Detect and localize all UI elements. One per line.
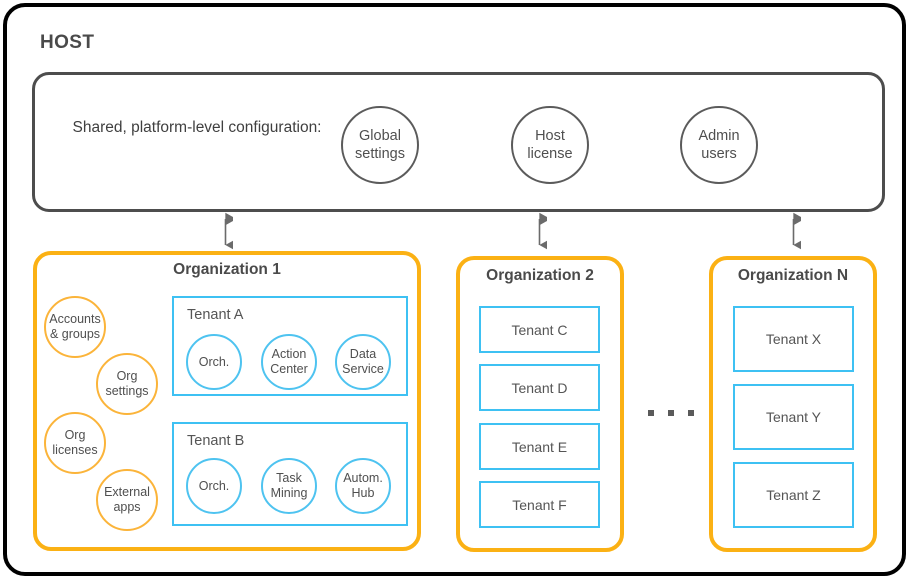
tenant-chip-c[interactable]: Tenant C	[479, 306, 600, 353]
ellipsis-dot	[688, 410, 694, 416]
tenant-chip-label: Tenant F	[512, 496, 567, 513]
organizations-ellipsis	[648, 410, 694, 416]
diagram-canvas: HOST Shared, platform-level configuratio…	[0, 0, 915, 585]
host-capability-host-license[interactable]: Host license	[511, 106, 589, 184]
tenant-chip-d[interactable]: Tenant D	[479, 364, 600, 411]
org-feature-accounts-and-groups[interactable]: Accounts & groups	[44, 296, 106, 358]
tenant-chip-y[interactable]: Tenant Y	[733, 384, 854, 450]
service-label: Orch.	[198, 478, 230, 493]
tenant-a-service-action-center[interactable]: Action Center	[261, 334, 317, 390]
org-feature-org-settings[interactable]: Org settings	[96, 353, 158, 415]
organization-n-title: Organization N	[737, 267, 849, 284]
org-feature-label: Org licenses	[52, 428, 98, 457]
tenant-b-service-task-mining[interactable]: Task Mining	[261, 458, 317, 514]
service-label: Data Service	[342, 347, 384, 376]
host-capability-global-settings[interactable]: Global settings	[341, 106, 419, 184]
tenant-chip-label: Tenant Z	[766, 487, 821, 503]
tenant-b-service-automation-hub[interactable]: Autom. Hub	[335, 458, 391, 514]
host-capability-label: Host license	[527, 128, 573, 162]
ellipsis-dot	[668, 410, 674, 416]
tenant-a-service-data-service[interactable]: Data Service	[335, 334, 391, 390]
connector-host-to-organization-1	[218, 210, 237, 254]
tenant-b-label: Tenant B	[187, 433, 245, 449]
organization-2-title: Organization 2	[486, 267, 594, 284]
tenant-a-service-orchestrator[interactable]: Orch.	[186, 334, 242, 390]
tenant-chip-x[interactable]: Tenant X	[733, 306, 854, 372]
tenant-chip-e[interactable]: Tenant E	[479, 423, 600, 470]
organization-1-title: Organization 1	[173, 261, 281, 278]
host-capability-label: Admin users	[698, 128, 740, 162]
connector-host-to-organization-n	[786, 210, 805, 254]
org-feature-label: Org settings	[105, 369, 149, 398]
service-label: Orch.	[198, 354, 230, 369]
connector-host-to-organization-2	[532, 210, 551, 254]
host-title: HOST	[40, 32, 95, 53]
service-label: Action Center	[270, 347, 308, 376]
tenant-chip-label: Tenant X	[765, 331, 822, 347]
service-label: Task Mining	[270, 471, 308, 500]
tenant-b-service-orchestrator[interactable]: Orch.	[186, 458, 242, 514]
org-feature-label: External apps	[104, 485, 150, 514]
tenant-chip-label: Tenant E	[511, 438, 568, 455]
tenant-chip-label: Tenant D	[511, 379, 568, 396]
host-capability-label: Global settings	[355, 128, 405, 162]
org-feature-external-apps[interactable]: External apps	[96, 469, 158, 531]
tenant-chip-z[interactable]: Tenant Z	[733, 462, 854, 528]
org-feature-label: Accounts & groups	[49, 312, 101, 341]
tenant-chip-f[interactable]: Tenant F	[479, 481, 600, 528]
host-capability-admin-users[interactable]: Admin users	[680, 106, 758, 184]
tenant-chip-label: Tenant C	[511, 321, 568, 338]
org-feature-org-licenses[interactable]: Org licenses	[44, 412, 106, 474]
tenant-chip-label: Tenant Y	[765, 409, 821, 425]
ellipsis-dot	[648, 410, 654, 416]
tenant-a-label: Tenant A	[187, 307, 244, 323]
shared-configuration-label: Shared, platform-level configuration:	[72, 119, 322, 136]
service-label: Autom. Hub	[343, 471, 383, 500]
